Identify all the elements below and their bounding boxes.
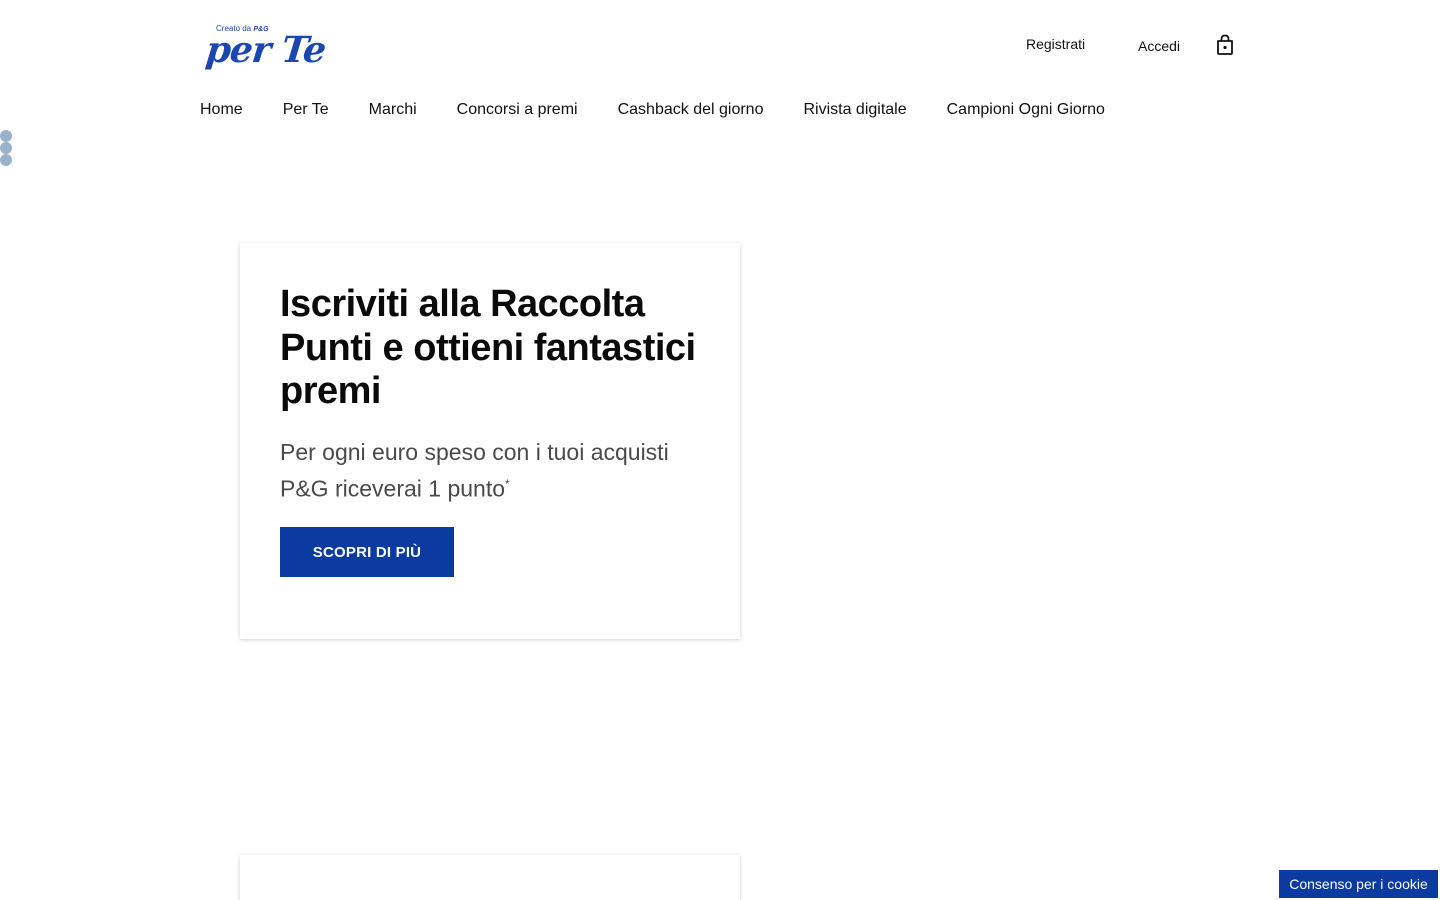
promo-description: Per ogni euro speso con i tuoi acquisti … (280, 438, 669, 502)
promo-title: Iscriviti alla Raccolta Punti e ottieni … (280, 283, 696, 412)
side-dot[interactable] (0, 142, 12, 154)
nav-item-marchi[interactable]: Marchi (369, 100, 417, 120)
promo-footnote-mark: * (505, 476, 510, 491)
cookie-consent-button[interactable]: Consenso per i cookie (1279, 870, 1438, 898)
site-logo[interactable]: Creato da P&G per Te (204, 14, 328, 74)
login-link[interactable]: Accedi (1138, 38, 1180, 54)
logo-wordmark: per Te (203, 29, 328, 71)
nav-item-campioni[interactable]: Campioni Ogni Giorno (947, 100, 1105, 120)
promo-card: Iscriviti alla Raccolta Punti e ottieni … (240, 243, 740, 639)
secondary-card (240, 855, 740, 900)
register-link[interactable]: Registrati (1026, 36, 1085, 52)
nav-item-concorsi[interactable]: Concorsi a premi (457, 100, 578, 120)
nav-item-home[interactable]: Home (200, 100, 243, 120)
discover-more-button[interactable]: SCOPRI DI PIÙ (280, 527, 454, 577)
side-dots[interactable] (0, 130, 12, 166)
shopping-bag-icon[interactable] (1215, 34, 1235, 56)
nav-item-rivista[interactable]: Rivista digitale (803, 100, 906, 120)
nav-item-cashback[interactable]: Cashback del giorno (618, 100, 764, 120)
main-nav: Home Per Te Marchi Concorsi a premi Cash… (200, 100, 1105, 120)
side-dot[interactable] (0, 130, 12, 142)
page: Creato da P&G per Te Registrati Accedi H… (0, 0, 1440, 900)
side-dot[interactable] (0, 154, 12, 166)
nav-item-per-te[interactable]: Per Te (283, 100, 329, 120)
